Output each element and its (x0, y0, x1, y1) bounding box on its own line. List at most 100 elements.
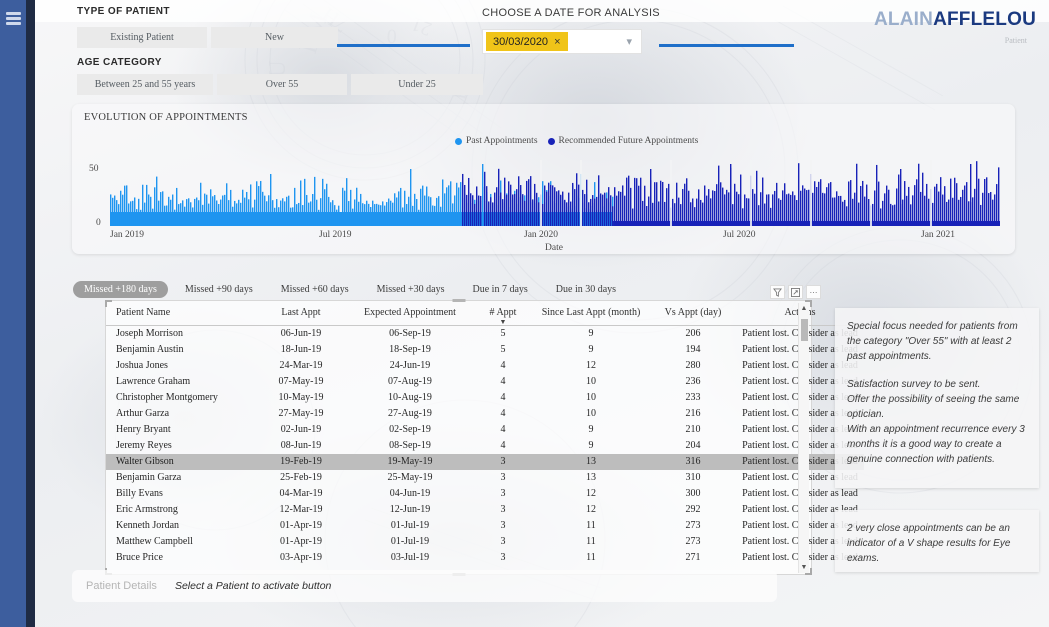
cell-appt: 3 (500, 504, 506, 515)
table-row[interactable]: Arthur Garza 27-May-19 27-Aug-19 4 10 216 Pati… (106, 406, 864, 422)
age-category-options: Between 25 and 55 years Over 55 Under 25 (77, 74, 483, 95)
cell-name: Billy Evans (116, 488, 163, 499)
chart-title: EVOLUTION OF APPOINTMENTS (84, 112, 248, 123)
table-row[interactable]: Benjamin Garza 25-Feb-19 25-May-19 3 13 310 Pa… (106, 470, 864, 486)
table-row[interactable]: Benjamin Austin 18-Jun-19 18-Sep-19 5 9 194 Pa… (106, 342, 864, 358)
cell-expected: 24-Jun-19 (389, 360, 431, 371)
table-row[interactable]: Jeremy Reyes 08-Jun-19 08-Sep-19 4 9 204 Patie… (106, 438, 864, 454)
brand-subtitle: Patient (1004, 36, 1027, 45)
cell-appt: 4 (500, 360, 506, 371)
date-picker-dropdown[interactable]: 30/03/2020 × ▾ (482, 29, 642, 54)
column-header-since-last-appt[interactable]: Since Last Appt (month) (532, 301, 650, 326)
tab-due-7[interactable]: Due in 7 days (462, 281, 539, 298)
cell-since: 9 (588, 328, 594, 340)
hamburger-icon[interactable] (6, 12, 21, 25)
age-category-label: AGE CATEGORY (77, 57, 162, 68)
cell-since: 13 (586, 472, 596, 483)
cell-appt: 5 (500, 328, 506, 340)
table-row[interactable]: Eric Armstrong 12-Mar-19 12-Jun-19 3 12 292 Pa… (106, 502, 864, 518)
focus-mode-icon[interactable] (788, 285, 803, 299)
type-of-patient-label: TYPE OF PATIENT (77, 6, 170, 17)
patients-table: Patient Name Last Appt Expected Appointm… (105, 299, 864, 576)
cell-expected: 03-Jul-19 (390, 552, 430, 563)
scrollbar-thumb[interactable] (801, 319, 808, 341)
tab-due-30[interactable]: Due in 30 days (545, 281, 627, 298)
filter-age-between-25-55[interactable]: Between 25 and 55 years (77, 74, 213, 95)
cell-last: 25-Feb-19 (280, 472, 322, 483)
filter-existing-patient[interactable]: Existing Patient (77, 27, 207, 48)
cell-expected: 01-Jul-19 (390, 520, 430, 531)
cell-vs: 280 (685, 360, 701, 371)
table-row[interactable]: Walter Gibson 19-Feb-19 19-May-19 3 13 316 Pat… (106, 453, 864, 470)
column-header-vs-appt[interactable]: Vs Appt (day) (650, 301, 736, 326)
x-tick-jan-2020: Jan 2020 (524, 230, 559, 240)
chevron-down-icon[interactable]: ▾ (626, 35, 632, 48)
y-tick-50: 50 (89, 164, 99, 174)
cell-vs: 210 (685, 424, 701, 435)
table-row[interactable]: Joshua Jones 24-Mar-19 24-Jun-19 4 12 280 Pati… (106, 358, 864, 374)
note1-paragraph-3: Offer the possibility of seeing the same… (847, 394, 1020, 420)
legend-item-future[interactable]: Recommended Future Appointments (547, 136, 698, 146)
cell-since: 12 (586, 360, 596, 371)
table-row[interactable]: Matthew Campbell 01-Apr-19 01-Jul-19 3 11 273… (106, 534, 864, 550)
scroll-up-icon[interactable]: ▲ (799, 303, 809, 314)
note1-paragraph-4: With an appointment recurrence every 3 m… (847, 424, 1025, 465)
filter-new-patient[interactable]: New (211, 27, 338, 48)
note2-paragraph-1: 2 very close appointments can be an indi… (847, 523, 1011, 564)
column-header-expected-appt[interactable]: Expected Appointment (346, 301, 474, 326)
more-options-icon[interactable]: ⋯ (806, 285, 821, 299)
table-row[interactable]: Lawrence Graham 07-May-19 07-Aug-19 4 10 236 P… (106, 374, 864, 390)
left-nav-rail[interactable] (0, 0, 26, 627)
column-header-patient-name[interactable]: Patient Name (106, 301, 256, 326)
insight-note-primary: Special focus needed for patients from t… (835, 308, 1039, 488)
tab-missed-90[interactable]: Missed +90 days (174, 281, 264, 298)
cell-expected: 19-May-19 (346, 453, 474, 470)
cell-vs: 206 (685, 328, 701, 340)
date-value: 30/03/2020 (493, 35, 549, 48)
filter-icon[interactable] (770, 285, 785, 299)
table-vertical-scrollbar[interactable]: ▲ ▼ (798, 303, 809, 573)
cell-vs: 204 (685, 440, 701, 451)
brand-logo: ALAINAFFLELOU (874, 10, 1036, 29)
cell-name: Lawrence Graham (116, 376, 191, 387)
cell-since: 9 (588, 344, 594, 355)
tab-missed-30[interactable]: Missed +30 days (366, 281, 456, 298)
cell-appt: 5 (500, 344, 506, 355)
note1-spacer (847, 364, 1027, 377)
table-row[interactable]: Joseph Morrison 06-Jun-19 06-Sep-19 5 9 206 Pa… (106, 326, 864, 342)
cell-last: 10-May-19 (278, 392, 324, 403)
column-header-last-appt[interactable]: Last Appt (256, 301, 346, 326)
cell-name: Kenneth Jordan (116, 520, 180, 531)
filter-age-over-55[interactable]: Over 55 (217, 74, 347, 95)
cell-vs: 316 (650, 453, 736, 470)
legend-item-past[interactable]: Past Appointments (455, 136, 538, 146)
cell-expected: 10-Aug-19 (388, 392, 432, 403)
tab-missed-60[interactable]: Missed +60 days (270, 281, 360, 298)
cell-last: 07-May-19 (278, 376, 324, 387)
table-row[interactable]: Henry Bryant 02-Jun-19 02-Sep-19 4 9 210 Patie… (106, 422, 864, 438)
close-icon[interactable]: × (554, 36, 560, 48)
table-header: Patient Name Last Appt Expected Appointm… (106, 301, 864, 326)
brand-logo-part2: AFFLELOU (933, 9, 1036, 30)
chart-plot-area (110, 160, 1000, 226)
cell-since: 12 (586, 488, 596, 499)
date-selected-chip[interactable]: 30/03/2020 × (486, 32, 568, 51)
note1-paragraph-2: Satisfaction survey to be sent. (847, 379, 981, 390)
patient-details-button[interactable]: Patient Details (86, 580, 157, 592)
brand-logo-part1: ALAIN (874, 9, 934, 30)
filter-age-under-25[interactable]: Under 25 (351, 74, 483, 95)
cell-last: 08-Jun-19 (280, 440, 322, 451)
tab-missed-180[interactable]: Missed +180 days (73, 281, 168, 298)
cell-expected: 18-Sep-19 (389, 344, 431, 355)
table-row[interactable]: Billy Evans 04-Mar-19 04-Jun-19 3 12 300 Patie… (106, 486, 864, 502)
cell-expected: 07-Aug-19 (388, 376, 432, 387)
cell-since: 11 (586, 520, 596, 531)
cell-appt: 3 (500, 472, 506, 483)
cell-appt: 4 (500, 424, 506, 435)
scroll-down-icon[interactable]: ▼ (799, 562, 809, 573)
table-row[interactable]: Bruce Price 03-Apr-19 03-Jul-19 3 11 271 Patie… (106, 550, 864, 566)
chart-legend: Past Appointments Recommended Future App… (455, 136, 698, 146)
table-row[interactable]: Christopher Montgomery 10-May-19 10-Aug-19… (106, 390, 864, 406)
table-row[interactable]: Kenneth Jordan 01-Apr-19 01-Jul-19 3 11 273 Pa… (106, 518, 864, 534)
column-header-num-appt[interactable]: # Appt ▼ (474, 301, 532, 326)
